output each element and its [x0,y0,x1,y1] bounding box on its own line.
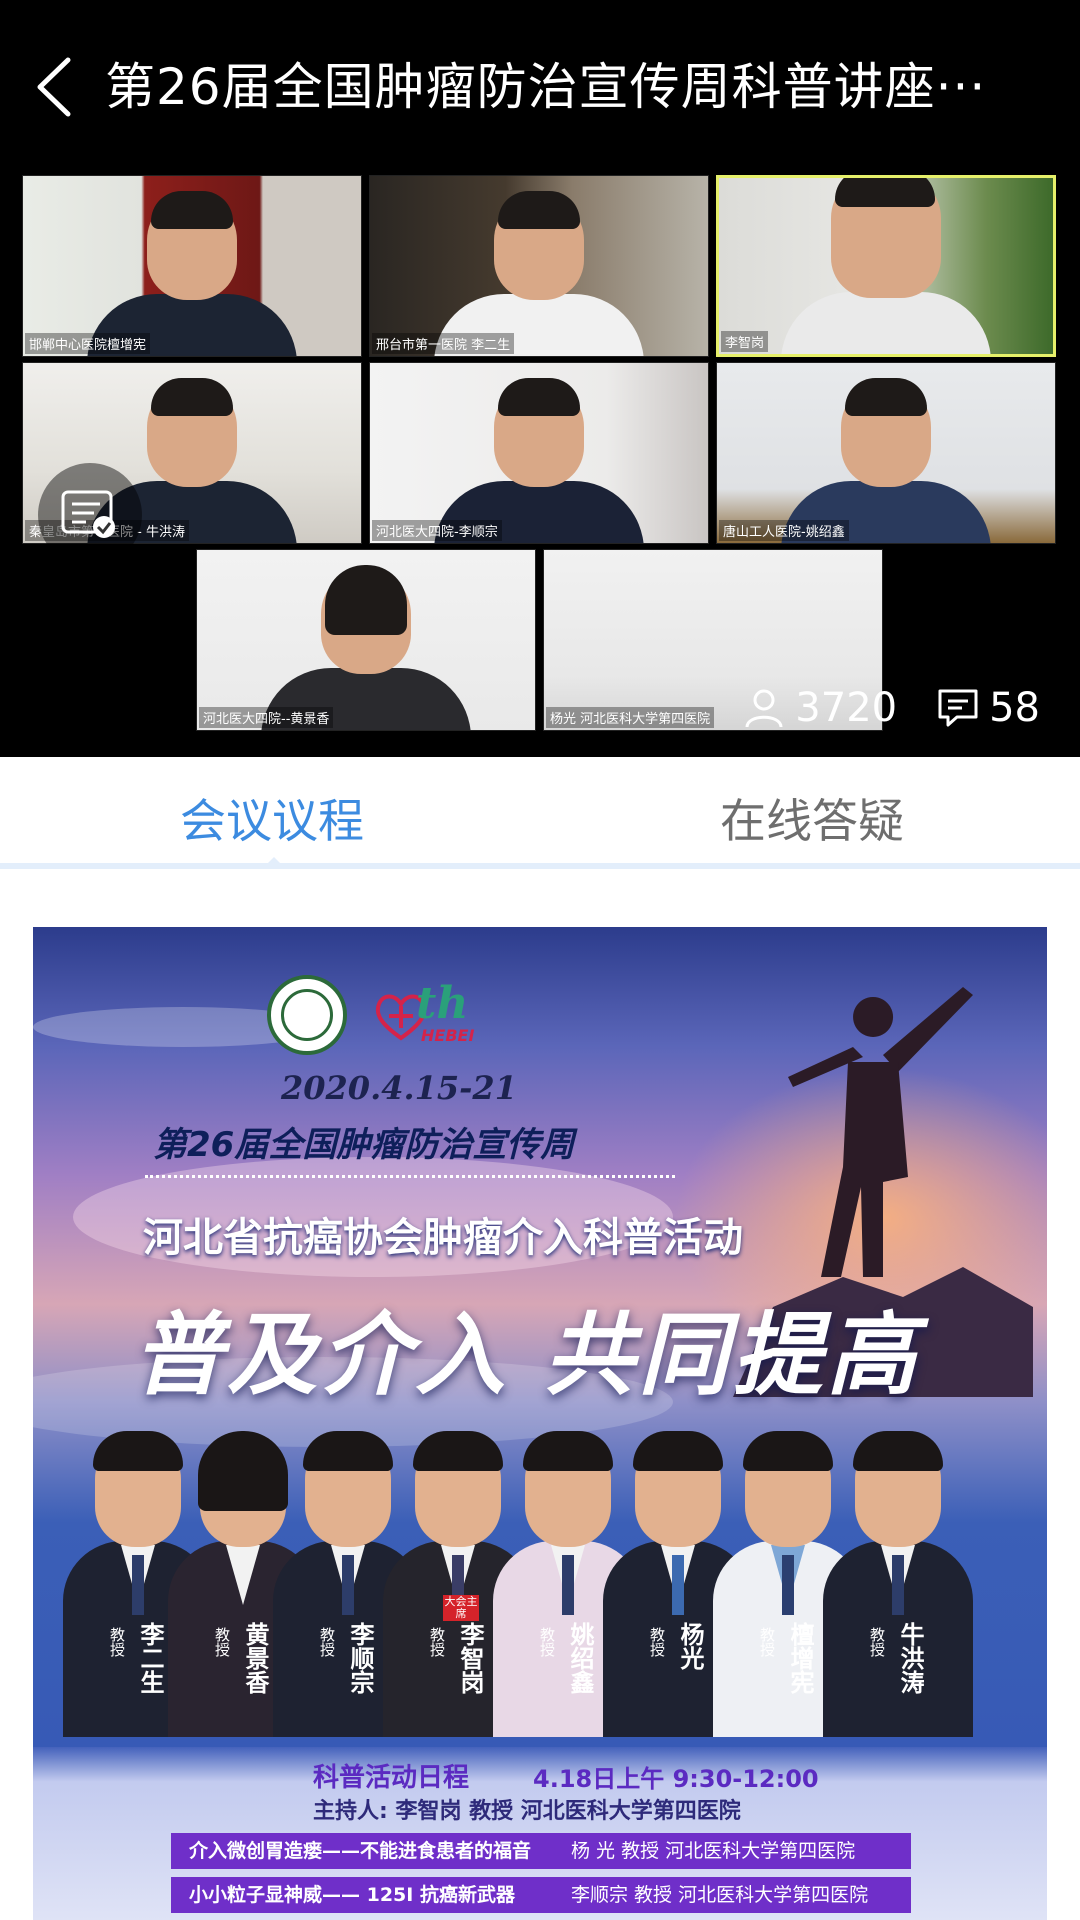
tab-agenda[interactable]: 会议议程 [180,785,364,851]
user-icon [745,689,783,728]
comment-count: 58 [989,685,1040,731]
tab-online-qa[interactable]: 在线答疑 [720,785,904,851]
participant-label: 河北医大四院--黄景香 [199,707,334,728]
video-tile[interactable]: 邯郸中心医院檀增宪 [22,175,362,357]
poster-date: 2020.4.15-21 [281,1069,517,1107]
participant-label: 唐山工人医院-姚绍鑫 [719,520,849,541]
back-button[interactable] [30,52,80,122]
notes-checklist-button[interactable] [38,463,142,567]
video-tile[interactable]: 唐山工人医院-姚绍鑫 [716,362,1056,544]
schedule-host: 主持人: 李智岗 教授 河北医科大学第四医院 [313,1799,741,1824]
page-title: 第26届全国肿瘤防治宣传周科普讲座··· [105,58,987,116]
chair-badge: 大会主席 [443,1595,479,1621]
participant-label: 邯郸中心医院檀增宪 [25,333,151,354]
participant-label: 河北医大四院-李顺宗 [372,520,502,541]
participant-label: 邢台市第一医院 李二生 [372,333,515,354]
poster-activity-title: 河北省抗癌协会肿瘤介入科普活动 [143,1215,743,1261]
viewer-count: 3720 [795,685,898,731]
schedule-panel: 科普活动日程 4.18日上午 9:30-12:00 主持人: 李智岗 教授 河北… [33,1747,1047,1920]
room-stats: 3720 58 [743,685,1040,731]
speaker-portrait: 教授 牛洪涛 [823,1431,973,1737]
talk-row: 介入微创胃造瘘——不能进食患者的福音 杨 光 教授 河北医科大学第四医院 [171,1833,911,1869]
participant-label: 李智岗 [721,331,769,352]
comment-icon[interactable] [937,687,979,729]
th-hebei-logo: th HEBEI [371,978,521,1052]
divider [145,1175,675,1178]
checklist-icon [61,490,115,538]
talk-row: 小小粒子显神威—— 125I 抗癌新武器 李顺宗 教授 河北医科大学第四医院 [171,1877,911,1913]
video-conference-area: 第26届全国肿瘤防治宣传周科普讲座··· 邯郸中心医院檀增宪 邢台市第一医院 李… [0,0,1080,757]
active-tab-indicator [262,857,286,869]
speaker-lineup: 教授 李二生 教授 黄景香 教授 李顺宗 大会主席 教授 李智岗 教授 姚绍鑫 … [33,1431,1047,1737]
video-tile[interactable]: 邢台市第一医院 李二生 [369,175,709,357]
chevron-left-icon [37,57,71,117]
tab-bar: 会议议程 在线答疑 [0,757,1080,869]
video-tile[interactable]: 河北医大四院--黄景香 [196,549,536,731]
association-seal-logo [267,975,347,1055]
video-tile[interactable]: 河北医大四院-李顺宗 [369,362,709,544]
poster-week-title: 第26届全国肿瘤防治宣传周 [153,1125,575,1165]
top-bar: 第26届全国肿瘤防治宣传周科普讲座··· [0,30,1080,140]
video-tile-active-speaker[interactable]: 李智岗 [716,175,1056,357]
schedule-time: 4.18日上午 9:30-12:00 [533,1765,819,1793]
participant-label: 杨光 河北医科大学第四医院 [546,707,715,728]
schedule-title: 科普活动日程 [313,1763,470,1793]
poster-slogan: 普及介入 共同提高 [133,1303,921,1408]
agenda-poster: th HEBEI 2020.4.15-21 第26届全国肿瘤防治宣传周 河北省抗… [33,927,1047,1920]
